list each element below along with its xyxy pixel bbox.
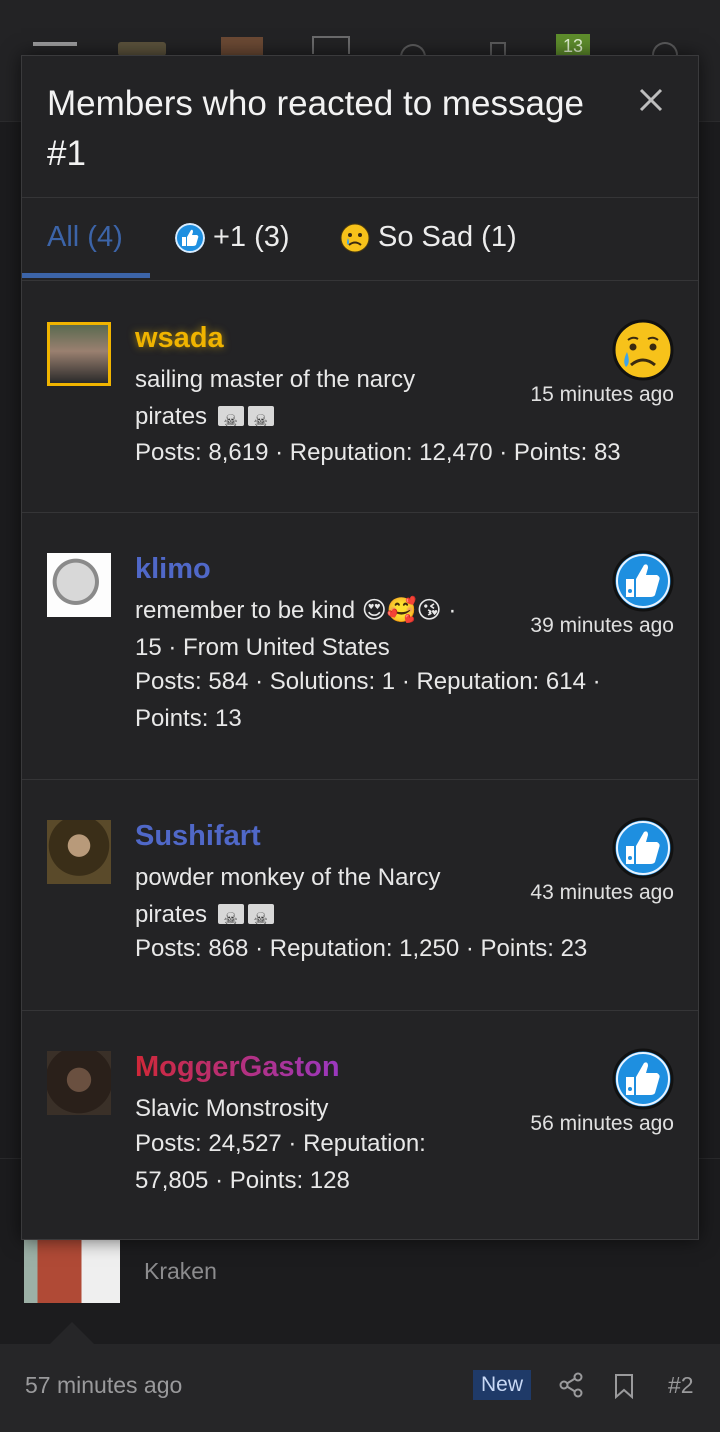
member-stats-line2: Points: 13 bbox=[135, 705, 242, 732]
post-pointer bbox=[50, 1322, 94, 1344]
post-time[interactable]: 57 minutes ago bbox=[25, 1372, 182, 1399]
close-icon[interactable] bbox=[635, 84, 667, 116]
avatar[interactable] bbox=[47, 322, 111, 386]
pirate-flag-icon bbox=[247, 901, 274, 938]
member-title-line2: 15 · From United States bbox=[135, 634, 390, 661]
member-name[interactable]: klimo bbox=[135, 553, 211, 586]
member-stats: Posts: 584 · Solutions: 1 · Reputation: … bbox=[135, 663, 675, 737]
member-name[interactable]: wsada bbox=[135, 322, 224, 355]
member-title-line1: powder monkey of the Narcy bbox=[135, 864, 441, 891]
post-author-name[interactable]: Kraken bbox=[144, 1258, 217, 1285]
member-title-line2: pirates bbox=[135, 901, 208, 928]
member-title-line1: Slavic Monstrosity bbox=[135, 1095, 329, 1122]
active-tab-indicator bbox=[22, 273, 150, 278]
thumbs-up-icon bbox=[612, 1048, 674, 1110]
thumbs-up-icon bbox=[175, 222, 205, 253]
reaction-time[interactable]: 15 minutes ago bbox=[494, 383, 674, 407]
reactions-modal: Members who reacted to message #1 All (4… bbox=[21, 55, 699, 1240]
kraken-avatar[interactable] bbox=[24, 1240, 120, 1303]
member-row: klimo remember to be kind 😍🥰😘 · 15 · Fro… bbox=[22, 513, 698, 780]
member-row: Sushifart powder monkey of the Narcy pir… bbox=[22, 780, 698, 1011]
member-title: remember to be kind 😍🥰😘 · 15 · From Unit… bbox=[135, 592, 515, 666]
tab-all-label: All (4) bbox=[47, 221, 123, 253]
reaction-tabs: All (4) +1 (3) So Sad (1) bbox=[22, 199, 698, 281]
member-stats-line1: Posts: 8,619 · Reputation: 12,470 · Poin… bbox=[135, 439, 621, 466]
member-stats-line2: 57,805 · Points: 128 bbox=[135, 1167, 350, 1194]
avatar[interactable] bbox=[47, 1051, 111, 1115]
tab-so-sad-label: So Sad (1) bbox=[378, 221, 517, 253]
member-title-line2: pirates bbox=[135, 403, 208, 430]
tab-plus-one[interactable]: +1 (3) bbox=[175, 221, 290, 254]
member-row: MoggerGaston Slavic Monstrosity Posts: 2… bbox=[22, 1011, 698, 1239]
avatar[interactable] bbox=[47, 820, 111, 884]
thumbs-up-icon bbox=[612, 817, 674, 879]
tab-plus-one-label: +1 (3) bbox=[213, 221, 290, 253]
member-title-line1: sailing master of the narcy bbox=[135, 366, 416, 393]
share-icon[interactable] bbox=[558, 1372, 584, 1398]
bookmark-icon[interactable] bbox=[614, 1373, 634, 1399]
member-title: powder monkey of the Narcy pirates bbox=[135, 859, 515, 938]
pirate-flag-icon bbox=[217, 901, 244, 938]
avatar[interactable] bbox=[47, 553, 111, 617]
member-title: Slavic Monstrosity bbox=[135, 1090, 515, 1127]
user-avatar[interactable] bbox=[221, 37, 263, 57]
tab-all[interactable]: All (4) bbox=[47, 221, 123, 254]
member-name[interactable]: MoggerGaston bbox=[135, 1051, 340, 1084]
tab-so-sad[interactable]: So Sad (1) bbox=[340, 221, 517, 254]
sad-face-icon bbox=[340, 223, 370, 252]
pirate-flag-icon bbox=[217, 403, 244, 440]
menu-icon[interactable] bbox=[33, 42, 77, 46]
member-title-line1: remember to be kind 😍🥰😘 · bbox=[135, 597, 457, 624]
member-stats-line1: Posts: 868 · Reputation: 1,250 · Points:… bbox=[135, 935, 588, 962]
member-name[interactable]: Sushifart bbox=[135, 820, 261, 853]
member-stats-line1: Posts: 584 · Solutions: 1 · Reputation: … bbox=[135, 668, 601, 695]
member-stats: Posts: 24,527 · Reputation: 57,805 · Poi… bbox=[135, 1125, 675, 1199]
inbox-icon[interactable] bbox=[312, 36, 350, 54]
new-badge: New bbox=[473, 1370, 531, 1400]
logo-icon[interactable] bbox=[118, 42, 166, 56]
member-row: wsada sailing master of the narcy pirate… bbox=[22, 282, 698, 513]
member-title: sailing master of the narcy pirates bbox=[135, 361, 515, 440]
thumbs-up-icon bbox=[612, 550, 674, 612]
reaction-time[interactable]: 56 minutes ago bbox=[494, 1112, 674, 1136]
modal-title: Members who reacted to message #1 bbox=[47, 84, 584, 173]
sad-face-icon bbox=[612, 319, 674, 381]
pirate-flag-icon bbox=[247, 403, 274, 440]
modal-header: Members who reacted to message #1 bbox=[22, 56, 698, 198]
member-stats: Posts: 868 · Reputation: 1,250 · Points:… bbox=[135, 930, 675, 967]
post-number[interactable]: #2 bbox=[668, 1372, 694, 1399]
reaction-time[interactable]: 39 minutes ago bbox=[494, 614, 674, 638]
member-stats-line1: Posts: 24,527 · Reputation: bbox=[135, 1130, 426, 1157]
member-stats: Posts: 8,619 · Reputation: 12,470 · Poin… bbox=[135, 434, 675, 471]
reaction-time[interactable]: 43 minutes ago bbox=[494, 881, 674, 905]
